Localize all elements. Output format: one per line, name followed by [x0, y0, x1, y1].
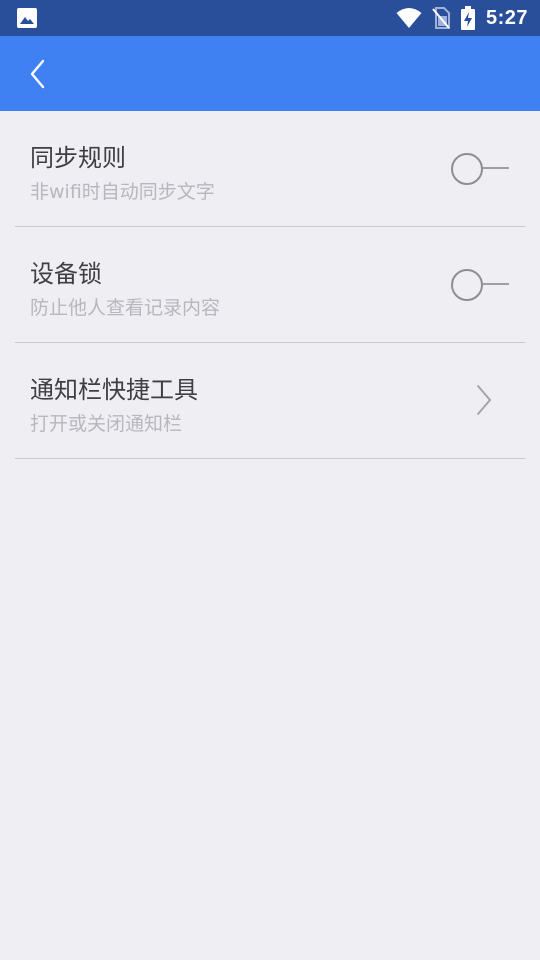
setting-title: 通知栏快捷工具	[30, 376, 198, 404]
device-lock-toggle[interactable]	[451, 267, 511, 301]
setting-subtitle: 非wifi时自动同步文字	[30, 181, 215, 203]
no-sim-icon	[432, 7, 450, 29]
setting-title: 设备锁	[30, 260, 102, 288]
setting-device-lock[interactable]: 设备锁 防止他人查看记录内容	[15, 227, 525, 343]
toolbar	[0, 36, 540, 111]
status-bar: 5:27	[0, 0, 540, 36]
setting-subtitle: 打开或关闭通知栏	[30, 413, 183, 435]
status-icons: 5:27	[396, 0, 528, 36]
setting-title: 同步规则	[30, 144, 126, 172]
back-button[interactable]	[20, 56, 56, 92]
chevron-left-icon	[30, 59, 45, 89]
sync-rules-toggle[interactable]	[451, 151, 511, 185]
status-time: 5:27	[485, 6, 528, 29]
setting-subtitle: 防止他人查看记录内容	[30, 297, 221, 319]
toggle-knob	[451, 269, 483, 301]
setting-sync-rules[interactable]: 同步规则 非wifi时自动同步文字	[15, 111, 525, 227]
toggle-knob	[451, 153, 483, 185]
setting-notification-tools[interactable]: 通知栏快捷工具 打开或关闭通知栏	[15, 343, 525, 459]
battery-charging-icon	[460, 6, 475, 30]
chevron-right-icon	[477, 385, 491, 415]
image-icon	[17, 8, 37, 28]
wifi-icon	[396, 8, 422, 28]
settings-list: 同步规则 非wifi时自动同步文字 设备锁 防止他人查看记录内容 通知栏快捷工具…	[0, 111, 540, 459]
